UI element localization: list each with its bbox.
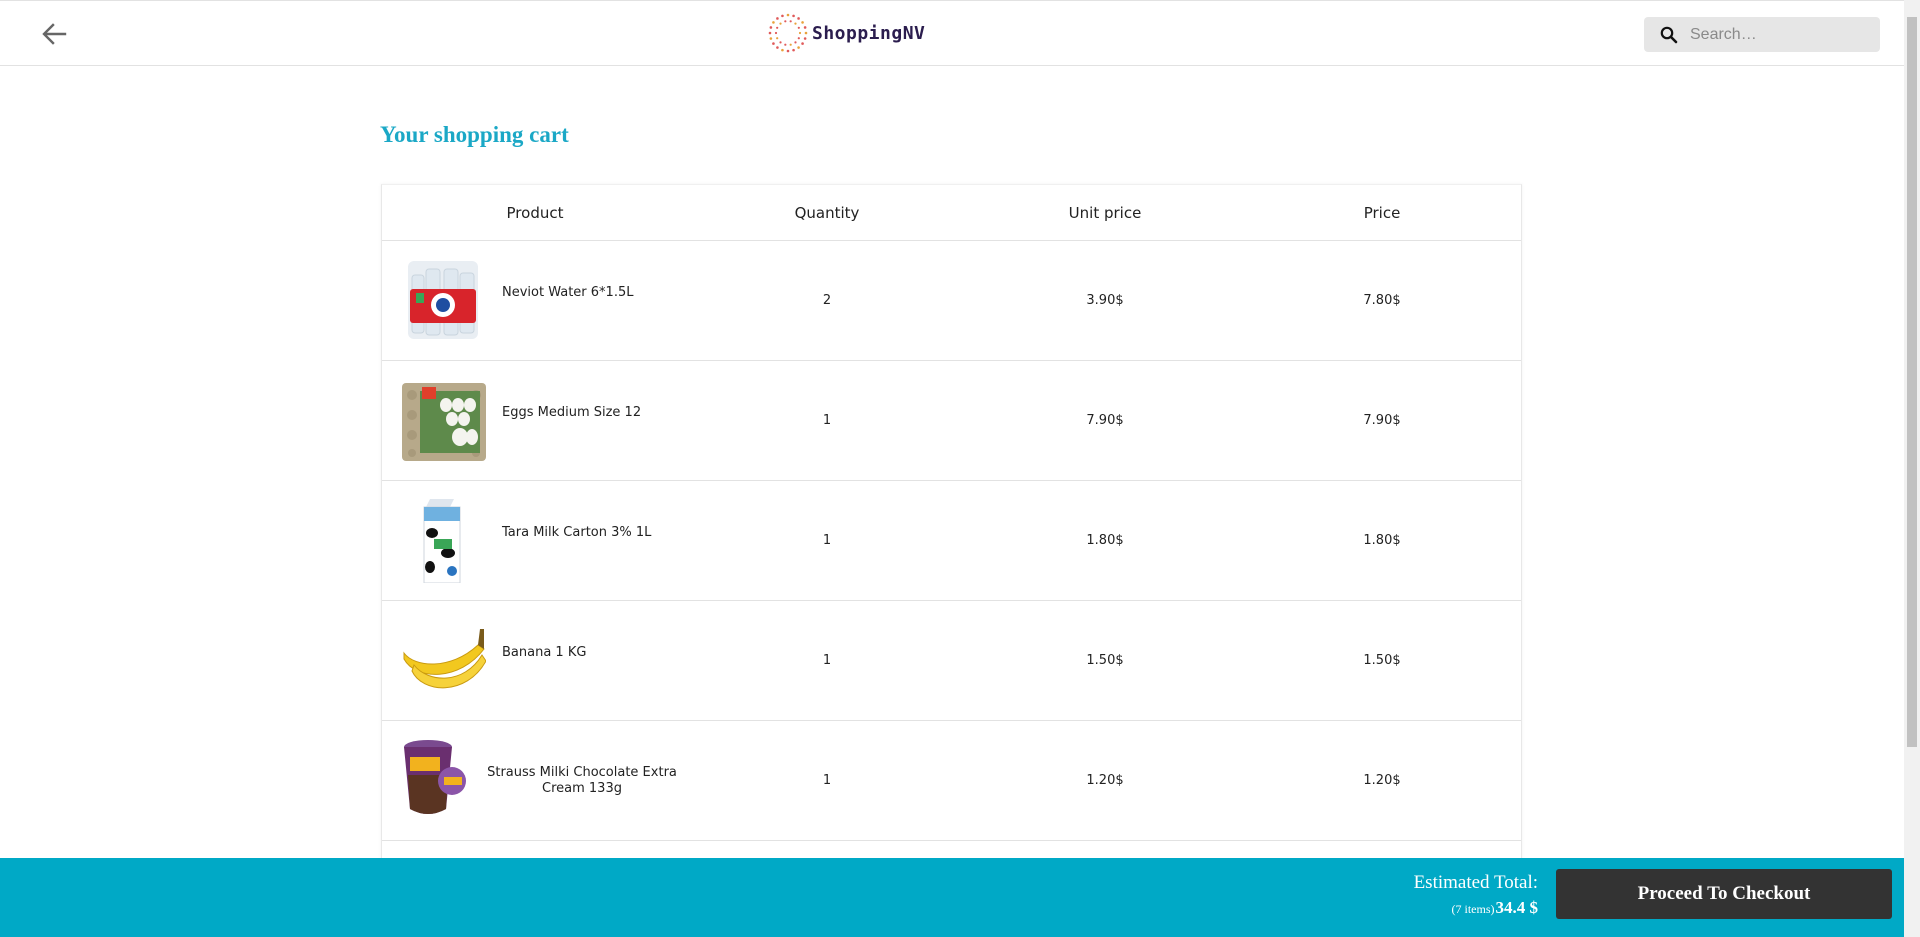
logo-dot (804, 31, 808, 35)
logo-dot (786, 49, 790, 53)
logo-dot (803, 37, 807, 40)
logo-dot (769, 26, 773, 29)
logo-dot (797, 46, 800, 49)
item-count: (7 items) (1451, 902, 1495, 916)
search-box[interactable] (1644, 17, 1880, 52)
back-button[interactable] (36, 17, 72, 51)
logo-dot (789, 43, 792, 46)
quantity-value: 1 (822, 533, 832, 548)
milk-carton-image (423, 499, 461, 583)
price-value: 7.90$ (1363, 413, 1401, 428)
logo-dot (781, 14, 784, 18)
logo-dot (784, 43, 787, 46)
quantity-value: 1 (822, 773, 832, 788)
logo-dot (789, 20, 792, 23)
unit-price-value: 1.50$ (1086, 653, 1124, 668)
column-header-unit-price: Unit price (1068, 204, 1142, 222)
top-bar: ShoppingNV (0, 0, 1904, 66)
product-name[interactable]: Neviot Water 6*1.5L (502, 233, 633, 352)
logo-dot (784, 20, 787, 23)
product-name[interactable]: Eggs Medium Size 12 (502, 353, 641, 472)
search-icon (1660, 26, 1678, 43)
logo-dot (779, 22, 782, 25)
banana-image (403, 629, 486, 689)
logo-dot (776, 46, 779, 49)
logo-dot (781, 48, 784, 52)
chocolate-pudding-cup-image (404, 740, 466, 814)
product-name[interactable]: Strauss Milki Chocolate Extra Cream 133g (482, 721, 682, 840)
quantity-value: 1 (822, 413, 832, 428)
price-value: 1.80$ (1363, 533, 1401, 548)
logo-dot (803, 26, 807, 29)
quantity-value: 1 (822, 653, 832, 668)
logo-dot (801, 42, 804, 45)
logo-dot (794, 41, 797, 44)
logo-dot (779, 41, 782, 44)
logo-dot (774, 31, 778, 35)
quantity-value: 2 (822, 293, 832, 308)
logo-dot (786, 13, 790, 17)
logo-dot (776, 17, 779, 20)
unit-price-value: 1.80$ (1086, 533, 1124, 548)
logo-dot (769, 37, 773, 40)
unit-price-value: 1.20$ (1086, 773, 1124, 788)
cart-table: Product Quantity Unit price Price Neviot… (381, 184, 1522, 861)
logo-dot (794, 22, 797, 25)
product-name[interactable]: Tara Milk Carton 3% 1L (502, 473, 651, 592)
column-header-product: Product (506, 204, 564, 222)
logo-dot (801, 21, 804, 24)
logo-dot (768, 31, 772, 35)
logo-text: ShoppingNV (812, 22, 926, 44)
logo-dot (797, 17, 800, 20)
logo-dot (772, 21, 775, 24)
column-header-quantity: Quantity (794, 204, 860, 222)
estimated-total-line: (7 items) 34.4 $ (1452, 898, 1539, 918)
estimated-total-label: Estimated Total: (1413, 872, 1538, 893)
logo[interactable]: ShoppingNV (768, 11, 925, 55)
unit-price-value: 7.90$ (1086, 413, 1124, 428)
logo-sunburst-icon (768, 13, 808, 53)
logo-dot (797, 26, 800, 29)
proceed-to-checkout-button[interactable]: Proceed To Checkout (1556, 869, 1892, 919)
table-row: Eggs Medium Size 12 1 7.90$ 7.90$ (382, 361, 1521, 481)
search-input[interactable] (1690, 25, 1870, 44)
arrow-left-icon (42, 23, 67, 45)
logo-dot (776, 26, 779, 29)
water-bottles-pack-image (408, 261, 478, 339)
checkout-footer: Estimated Total: (7 items) 34.4 $ Procee… (0, 858, 1904, 937)
logo-dot (772, 42, 775, 45)
product-name[interactable]: Banana 1 KG (502, 593, 586, 712)
table-row: Tara Milk Carton 3% 1L 1 1.80$ 1.80$ (382, 481, 1521, 601)
table-row: Neviot Water 6*1.5L 2 3.90$ 7.80$ (382, 241, 1521, 361)
egg-carton-image (402, 383, 486, 461)
price-value: 1.20$ (1363, 773, 1401, 788)
table-row: Banana 1 KG 1 1.50$ 1.50$ (382, 601, 1521, 721)
table-row: Strauss Milki Chocolate Extra Cream 133g… (382, 721, 1521, 841)
price-value: 7.80$ (1363, 293, 1401, 308)
column-header-price: Price (1363, 204, 1401, 222)
logo-dot (798, 31, 802, 35)
logo-dot (797, 37, 800, 40)
page-scrollbar[interactable] (1904, 0, 1920, 937)
price-value: 1.50$ (1363, 653, 1401, 668)
logo-dot (792, 14, 795, 18)
estimated-total-value: 34.4 $ (1495, 898, 1539, 917)
logo-dot (792, 48, 795, 52)
scrollbar-thumb[interactable] (1907, 17, 1917, 747)
page-title: Your shopping cart (380, 122, 569, 147)
logo-dot (776, 37, 779, 40)
unit-price-value: 3.90$ (1086, 293, 1124, 308)
